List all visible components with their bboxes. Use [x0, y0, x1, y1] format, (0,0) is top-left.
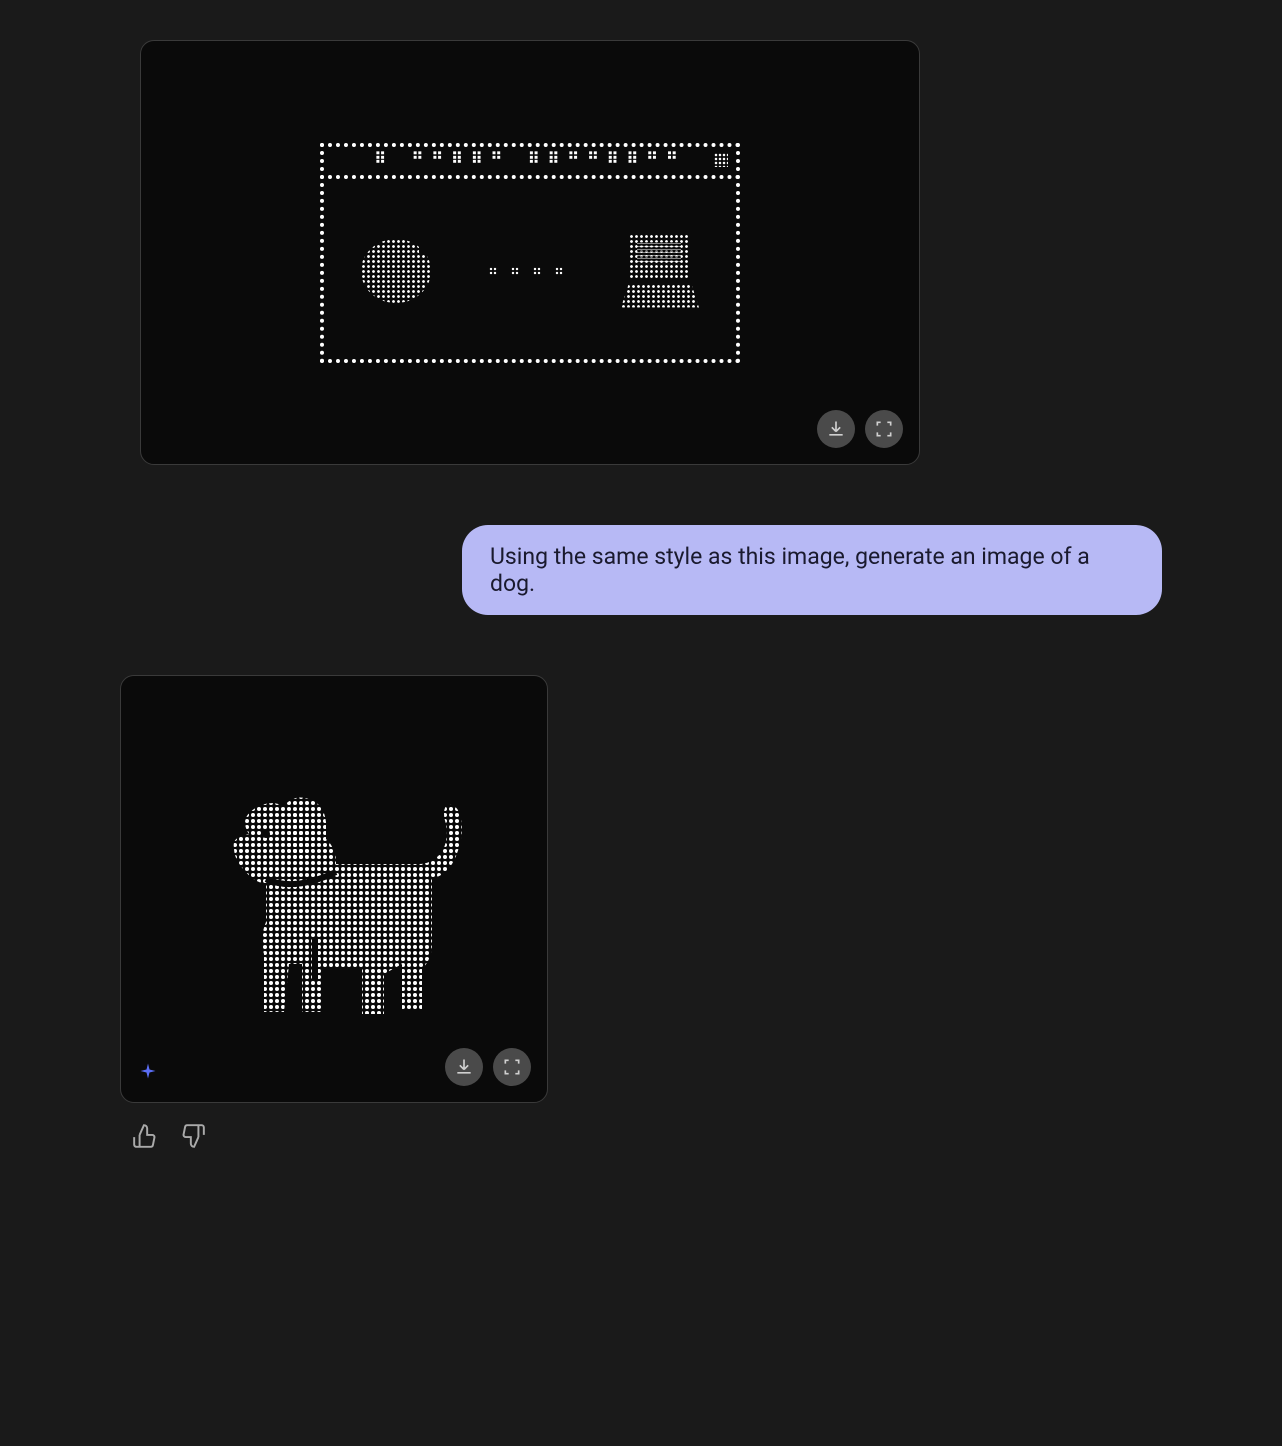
- dotted-connection-dots: [489, 267, 563, 275]
- dotted-browser-art: ⠿ ⠛⠛⠿⠿⠛ ⠿⠿⠛⠛⠿⠿⠛⠛: [320, 143, 740, 363]
- thumbs-down-icon: [180, 1123, 206, 1149]
- user-message-row: Using the same style as this image, gene…: [120, 525, 1162, 615]
- generated-image-card: [120, 675, 548, 1103]
- download-icon: [454, 1057, 474, 1077]
- reference-image-card: ⠿ ⠛⠛⠿⠿⠛ ⠿⠿⠛⠛⠿⠿⠛⠛: [140, 40, 920, 465]
- dotted-dog-art: [184, 764, 484, 1034]
- dotted-computer: [621, 234, 699, 308]
- thumbs-up-icon: [132, 1123, 158, 1149]
- dotted-body: [332, 191, 728, 351]
- feedback-row: [128, 1119, 1162, 1156]
- sparkle-icon: [139, 1062, 157, 1080]
- download-button[interactable]: [817, 410, 855, 448]
- conversation-thread: ⠿ ⠛⠛⠿⠿⠛ ⠿⠿⠛⠛⠿⠿⠛⠛: [120, 40, 1162, 1156]
- image-controls: [817, 410, 903, 448]
- image-controls: [445, 1048, 531, 1086]
- generated-image: [121, 676, 547, 1102]
- fullscreen-icon: [502, 1057, 522, 1077]
- assistant-response: [120, 675, 1162, 1156]
- dotted-title-text: ⠿ ⠛⠛⠿⠿⠛ ⠿⠿⠛⠛⠿⠿⠛⠛: [374, 149, 685, 168]
- dotted-title-corner: [714, 153, 728, 167]
- thumbs-up-button[interactable]: [128, 1119, 162, 1156]
- fullscreen-button[interactable]: [865, 410, 903, 448]
- fullscreen-icon: [874, 419, 894, 439]
- reference-image: ⠿ ⠛⠛⠿⠿⠛ ⠿⠿⠛⠛⠿⠿⠛⠛: [141, 41, 919, 464]
- fullscreen-button[interactable]: [493, 1048, 531, 1086]
- user-message-text: Using the same style as this image, gene…: [490, 543, 1090, 597]
- dotted-titlebar: ⠿ ⠛⠛⠿⠿⠛ ⠿⠿⠛⠛⠿⠿⠛⠛: [320, 143, 740, 179]
- download-icon: [826, 419, 846, 439]
- download-button[interactable]: [445, 1048, 483, 1086]
- thumbs-down-button[interactable]: [176, 1119, 210, 1156]
- dotted-globe: [361, 239, 431, 303]
- user-message-bubble: Using the same style as this image, gene…: [462, 525, 1162, 615]
- ai-sparkle-badge: [139, 1062, 157, 1084]
